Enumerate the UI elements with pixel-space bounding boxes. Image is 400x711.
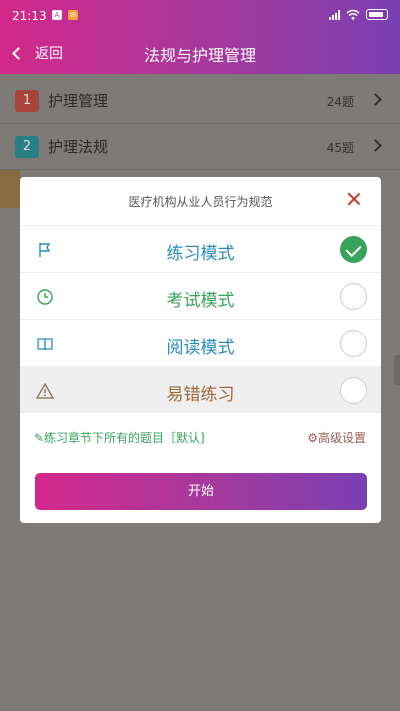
chevron-right-icon <box>369 93 382 106</box>
list-item[interactable]: 2 护理法规 45题 <box>0 124 400 170</box>
page-title: 法规与护理管理 <box>143 46 256 65</box>
scope-note[interactable]: ✎练习章节下所有的题目［默认] <box>34 429 205 446</box>
radio-unchecked[interactable] <box>340 377 367 404</box>
app-header: 返回 法规与护理管理 <box>0 32 400 74</box>
wifi-icon <box>346 9 360 20</box>
mode-option-mistakes[interactable]: 易错练习 <box>20 366 381 413</box>
mode-option-exam[interactable]: 考试模式 <box>20 272 381 319</box>
radio-checked[interactable] <box>340 236 367 263</box>
mode-label: 易错练习 <box>166 385 235 405</box>
chapter-number-partial <box>0 170 20 208</box>
advanced-settings-link[interactable]: ⚙高级设置 <box>307 429 366 446</box>
chapter-name: 护理法规 <box>48 138 109 156</box>
status-bar: 21:13 A ✉ <box>0 0 400 32</box>
mode-dialog: 医疗机构从业人员行为规范 练习模式 考试模式 阅读模式 易错练习 ✎练习章节下所… <box>20 177 381 523</box>
mode-label: 阅读模式 <box>166 338 235 358</box>
chevron-right-icon <box>369 139 382 152</box>
mode-option-practice[interactable]: 练习模式 <box>20 225 381 272</box>
dialog-title: 医疗机构从业人员行为规范 <box>128 195 273 209</box>
notification-icon: A <box>52 10 62 20</box>
battery-icon <box>366 9 388 20</box>
radio-unchecked[interactable] <box>340 283 367 310</box>
chapter-count: 45题 <box>326 141 354 155</box>
mode-option-reading[interactable]: 阅读模式 <box>20 319 381 366</box>
app-notification-icon: ✉ <box>68 10 78 20</box>
radio-unchecked[interactable] <box>340 330 367 357</box>
side-handle[interactable] <box>394 355 400 385</box>
signal-icon <box>329 9 340 20</box>
close-icon[interactable] <box>347 192 361 206</box>
chapter-number: 1 <box>15 90 39 112</box>
chapter-name: 护理管理 <box>48 92 109 110</box>
status-icons <box>329 9 388 20</box>
list-item[interactable]: 1 护理管理 24题 <box>0 78 400 124</box>
status-time: 21:13 <box>12 9 47 23</box>
mode-label: 练习模式 <box>166 244 235 264</box>
start-button[interactable]: 开始 <box>35 473 367 510</box>
chapter-count: 24题 <box>326 95 354 109</box>
chapter-number: 2 <box>15 136 39 158</box>
mode-label: 考试模式 <box>166 291 235 311</box>
